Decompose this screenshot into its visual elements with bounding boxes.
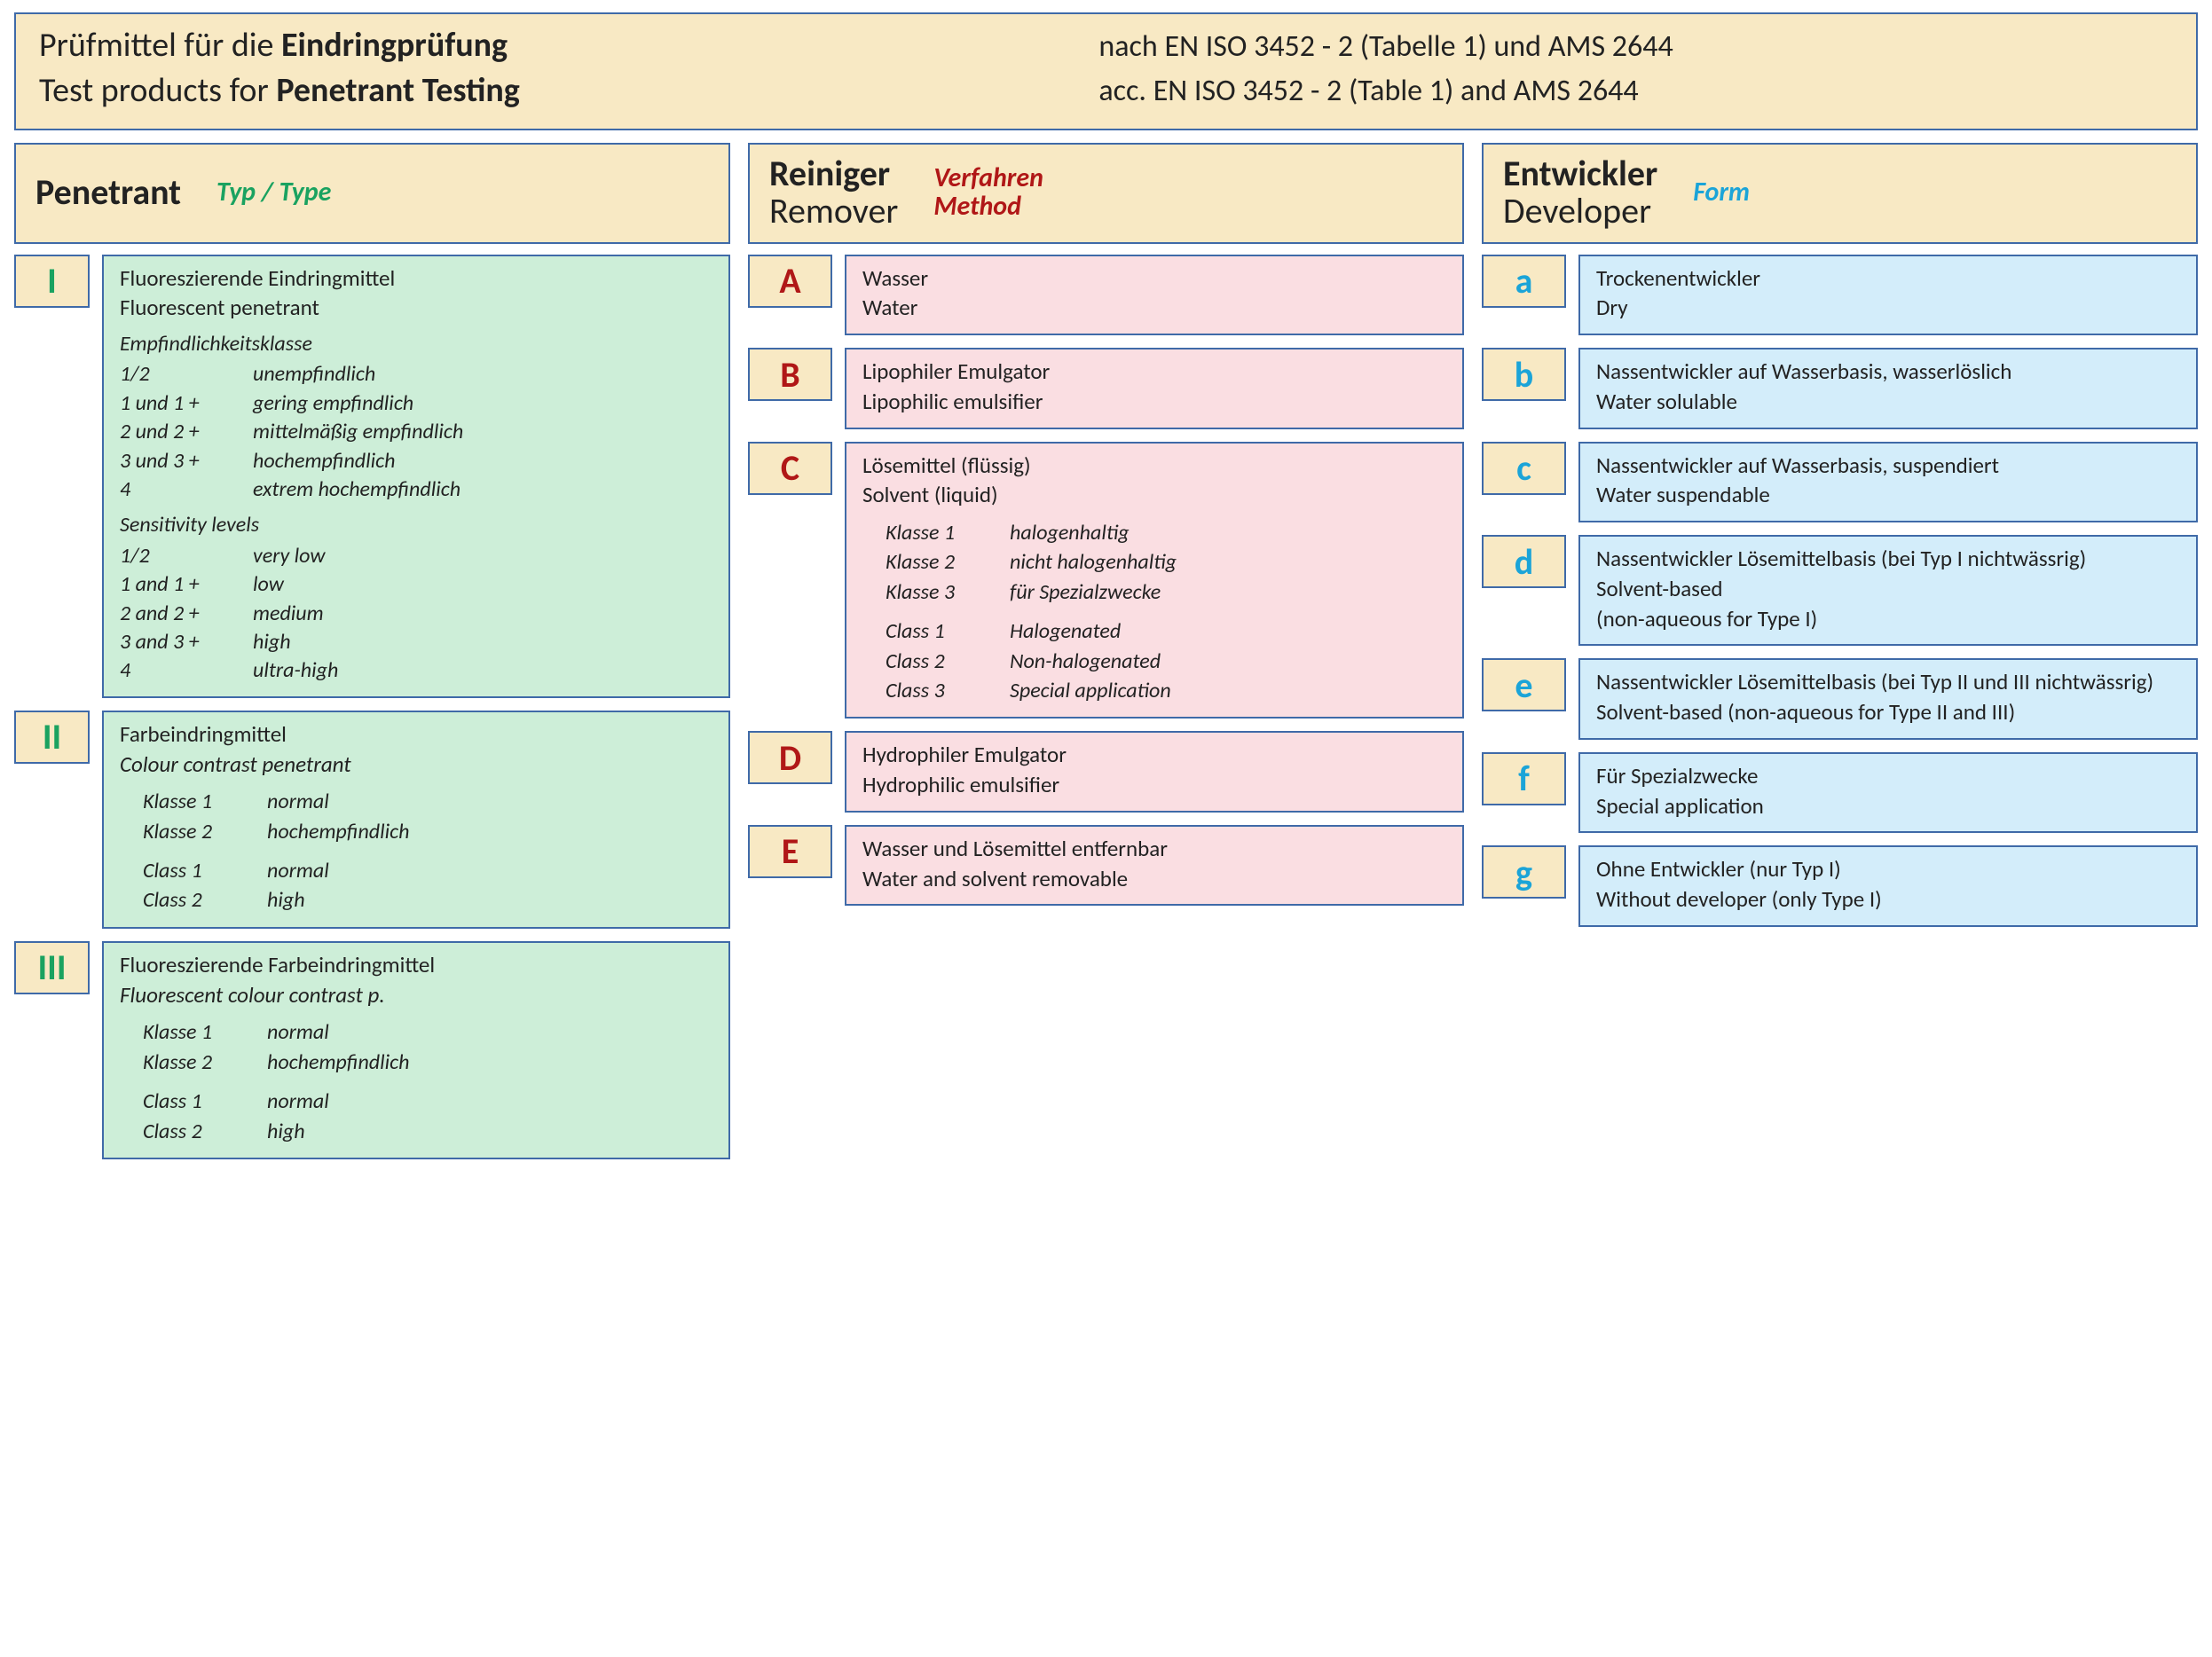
code-III: III bbox=[14, 941, 90, 994]
developer-item-b: b Nassentwickler auf Wasserbasis, wasser… bbox=[1482, 348, 2198, 429]
rem-B-content: Lipophiler Emulgator Lipophilic emulsifi… bbox=[845, 348, 1464, 429]
title-de-bold: Eindringprüfung bbox=[281, 25, 508, 66]
developer-column: a Trockenentwickler Dry b Nassentwickler… bbox=[1482, 255, 2198, 927]
code-f: f bbox=[1482, 752, 1566, 805]
developer-item-c: c Nassentwickler auf Wasserbasis, suspen… bbox=[1482, 442, 2198, 523]
remover-sub: Verfahren Method bbox=[933, 164, 1043, 220]
code-C: C bbox=[748, 442, 832, 495]
penetrant-item-III: III Fluoreszierende Farbeindringmittel F… bbox=[14, 941, 730, 1159]
dev-b-content: Nassentwickler auf Wasserbasis, wasserlö… bbox=[1578, 348, 2198, 429]
dev-e-content: Nassentwickler Lösemittelbasis (bei Typ … bbox=[1578, 658, 2198, 740]
remover-item-D: D Hydrophiler Emulgator Hydrophilic emul… bbox=[748, 731, 1464, 813]
remover-item-C: C Lösemittel (flüssig) Solvent (liquid) … bbox=[748, 442, 1464, 719]
remover-title-en: Remover bbox=[769, 192, 898, 230]
developer-item-a: a Trockenentwickler Dry bbox=[1482, 255, 2198, 336]
code-E: E bbox=[748, 825, 832, 878]
penetrant-item-I: I Fluoreszierende Eindringmittel Fluores… bbox=[14, 255, 730, 698]
developer-sub: Form bbox=[1693, 178, 1750, 207]
dev-g-content: Ohne Entwickler (nur Typ I) Without deve… bbox=[1578, 845, 2198, 927]
developer-title-en: Developer bbox=[1503, 192, 1657, 230]
penetrant-column: I Fluoreszierende Eindringmittel Fluores… bbox=[14, 255, 730, 1159]
developer-item-d: d Nassentwickler Lösemittelbasis (bei Ty… bbox=[1482, 535, 2198, 646]
developer-item-g: g Ohne Entwickler (nur Typ I) Without de… bbox=[1482, 845, 2198, 927]
pen-I-en: Fluorescent penetrant bbox=[120, 293, 712, 323]
section-headers: Penetrant Typ / Type Reiniger Remover Ve… bbox=[14, 143, 2198, 244]
pen-II-de: Farbeindringmittel bbox=[120, 719, 712, 750]
penetrant-III-content: Fluoreszierende Farbeindringmittel Fluor… bbox=[102, 941, 730, 1159]
code-A: A bbox=[748, 255, 832, 308]
pen-III-en: Fluorescent colour contrast p. bbox=[120, 980, 712, 1010]
remover-item-E: E Wasser und Lösemittel entfernbar Water… bbox=[748, 825, 1464, 907]
developer-item-f: f Für Spezialzwecke Special application bbox=[1482, 752, 2198, 834]
code-B: B bbox=[748, 348, 832, 401]
title-banner: Prüfmittel für die Eindringprüfung Test … bbox=[14, 12, 2198, 130]
code-a: a bbox=[1482, 255, 1566, 308]
remover-column: A Wasser Water B Lipophiler Emulgator Li… bbox=[748, 255, 1464, 907]
sensitivity-en: Sensitivity levels 1/2very low 1 and 1 +… bbox=[120, 511, 712, 685]
rem-E-content: Wasser und Lösemittel entfernbar Water a… bbox=[845, 825, 1464, 907]
penetrant-item-II: II Farbeindringmittel Colour contrast pe… bbox=[14, 711, 730, 929]
dev-c-content: Nassentwickler auf Wasserbasis, suspendi… bbox=[1578, 442, 2198, 523]
title-de: Prüfmittel für die Eindringprüfung bbox=[39, 23, 1063, 68]
pen-II-en: Colour contrast penetrant bbox=[120, 750, 712, 780]
section-head-developer: Entwickler Developer Form bbox=[1482, 143, 2198, 244]
code-D: D bbox=[748, 731, 832, 784]
rem-C-content: Lösemittel (flüssig) Solvent (liquid) Kl… bbox=[845, 442, 1464, 719]
code-c: c bbox=[1482, 442, 1566, 495]
title-en: Test products for Penetrant Testing bbox=[39, 68, 1063, 114]
pen-I-de: Fluoreszierende Eindringmittel bbox=[120, 263, 712, 294]
penetrant-I-content: Fluoreszierende Eindringmittel Fluoresce… bbox=[102, 255, 730, 698]
remover-item-A: A Wasser Water bbox=[748, 255, 1464, 336]
code-e: e bbox=[1482, 658, 1566, 711]
penetrant-sub: Typ / Type bbox=[216, 178, 331, 207]
section-head-penetrant: Penetrant Typ / Type bbox=[14, 143, 730, 244]
sens-head-en: Sensitivity levels bbox=[120, 511, 712, 539]
pen-III-de: Fluoreszierende Farbeindringmittel bbox=[120, 950, 712, 980]
dev-d-content: Nassentwickler Lösemittelbasis (bei Typ … bbox=[1578, 535, 2198, 646]
dev-f-content: Für Spezialzwecke Special application bbox=[1578, 752, 2198, 834]
rem-D-content: Hydrophiler Emulgator Hydrophilic emulsi… bbox=[845, 731, 1464, 813]
remover-item-B: B Lipophiler Emulgator Lipophilic emulsi… bbox=[748, 348, 1464, 429]
remover-sub-en: Method bbox=[933, 192, 1043, 221]
section-head-remover: Reiniger Remover Verfahren Method bbox=[748, 143, 1464, 244]
code-I: I bbox=[14, 255, 90, 308]
developer-item-e: e Nassentwickler Lösemittelbasis (bei Ty… bbox=[1482, 658, 2198, 740]
title-en-bold: Penetrant Testing bbox=[276, 70, 519, 111]
title-en-prefix: Test products for bbox=[39, 70, 276, 111]
sens-head-de: Empfindlichkeitsklasse bbox=[120, 330, 712, 358]
developer-title: Entwickler Developer bbox=[1503, 155, 1657, 230]
dev-a-content: Trockenentwickler Dry bbox=[1578, 255, 2198, 336]
code-d: d bbox=[1482, 535, 1566, 588]
rem-A-content: Wasser Water bbox=[845, 255, 1464, 336]
code-II: II bbox=[14, 711, 90, 764]
standards-en: acc. EN ISO 3452 - 2 (Table 1) and AMS 2… bbox=[1098, 67, 2173, 112]
sensitivity-de: Empfindlichkeitsklasse 1/2unempfindlich … bbox=[120, 330, 712, 504]
penetrant-II-content: Farbeindringmittel Colour contrast penet… bbox=[102, 711, 730, 929]
title-de-prefix: Prüfmittel für die bbox=[39, 25, 281, 66]
standards-de: nach EN ISO 3452 - 2 (Tabelle 1) und AMS… bbox=[1098, 23, 2173, 67]
body-columns: I Fluoreszierende Eindringmittel Fluores… bbox=[14, 255, 2198, 1159]
code-b: b bbox=[1482, 348, 1566, 401]
code-g: g bbox=[1482, 845, 1566, 899]
remover-title: Reiniger Remover bbox=[769, 155, 898, 230]
penetrant-title: Penetrant bbox=[35, 174, 181, 211]
